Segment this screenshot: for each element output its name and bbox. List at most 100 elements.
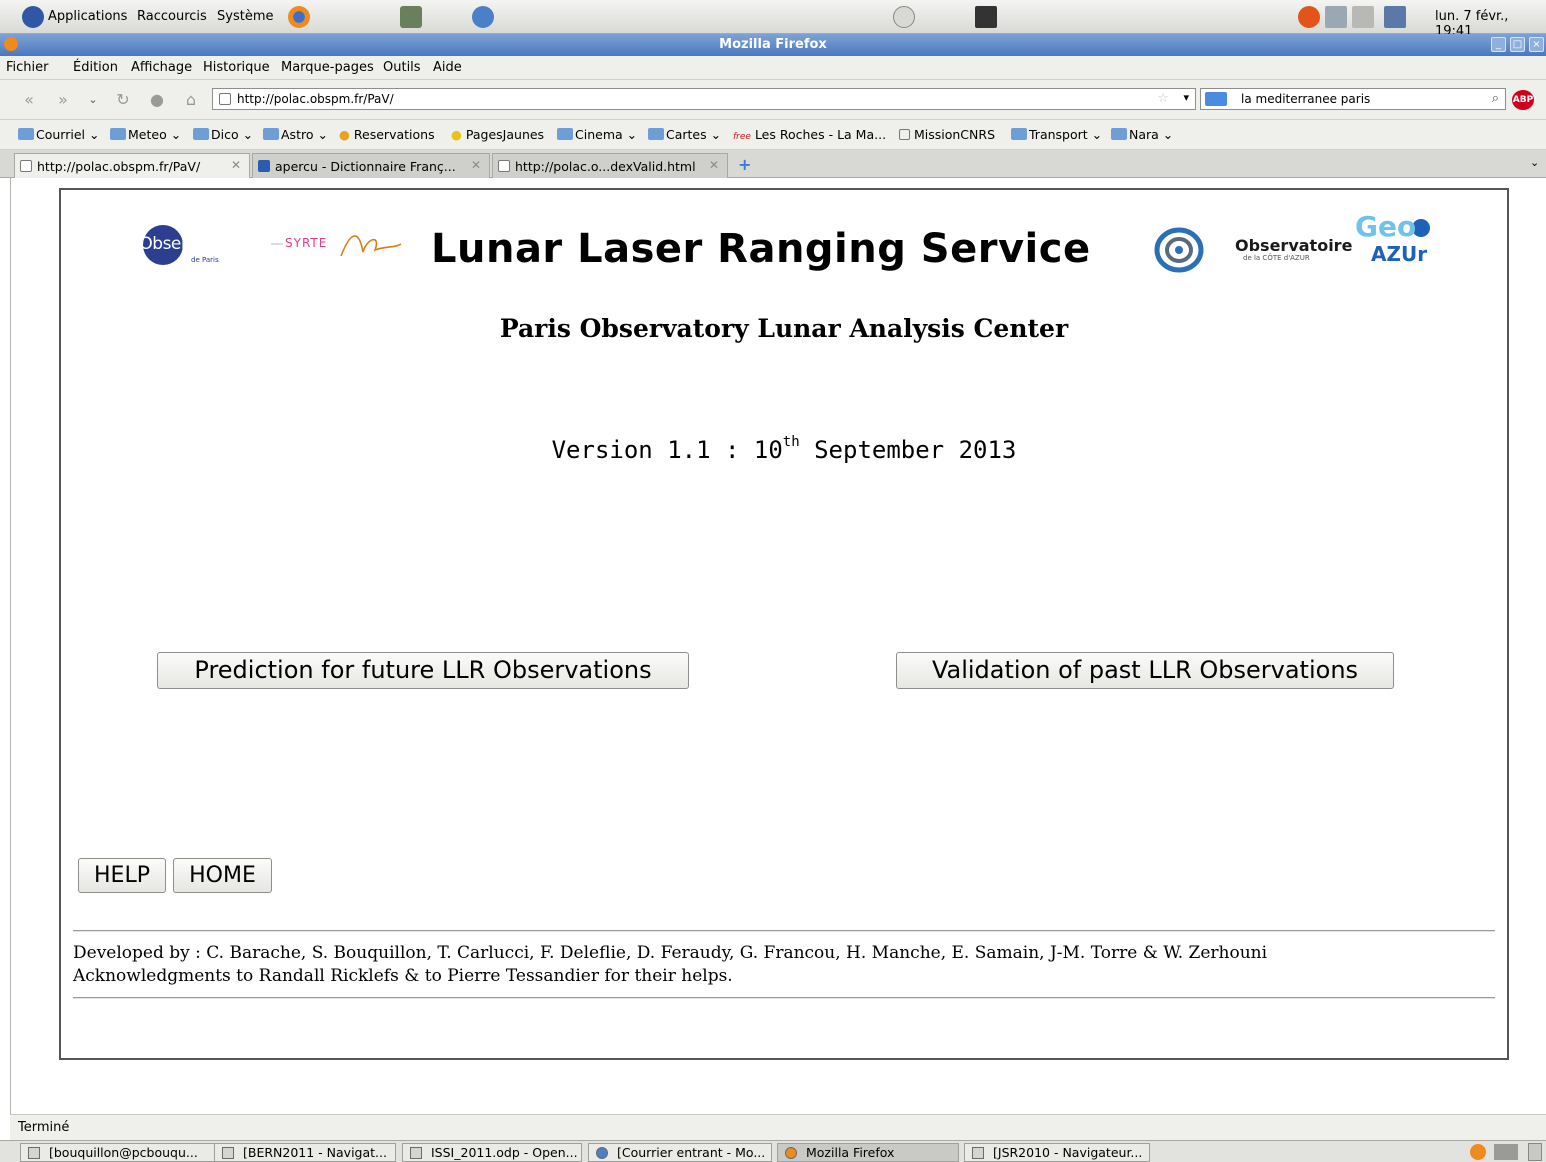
divider-top — [73, 930, 1495, 932]
update-icon[interactable] — [893, 6, 915, 28]
search-bar[interactable]: ⌕ — [1200, 88, 1506, 110]
fedora-icon[interactable] — [22, 6, 44, 28]
bookmark-courriel[interactable]: Courriel ⌄ — [18, 127, 99, 142]
search-input[interactable] — [1241, 92, 1471, 106]
bookmark-cartes[interactable]: Cartes ⌄ — [648, 127, 721, 142]
task-courrier[interactable]: [Courrier entrant - Mo... — [588, 1143, 772, 1162]
maximize-icon[interactable]: □ — [1510, 37, 1525, 52]
firefox-launcher-icon[interactable] — [288, 6, 310, 28]
credits-acknowledgments: Acknowledgments to Randall Ricklefs & to… — [73, 966, 733, 986]
adblock-icon[interactable]: ABP — [1512, 90, 1534, 110]
bookmark-transport[interactable]: Transport ⌄ — [1011, 127, 1102, 142]
oca-geoazur-logo: Observatoire de la CÔTE d'AZUR Geo AZUr — [1147, 210, 1447, 281]
trash-icon[interactable] — [1528, 1143, 1542, 1161]
menu-marque-pages[interactable]: Marque-pages — [281, 60, 374, 75]
folder-icon — [1111, 128, 1127, 140]
menu-historique[interactable]: Historique — [203, 60, 270, 75]
bookmarks-bar: Courriel ⌄ Meteo ⌄ Dico ⌄ Astro ⌄ ● Rese… — [0, 120, 1546, 150]
terminal-icon[interactable] — [975, 6, 997, 28]
workspace-switcher[interactable] — [1494, 1144, 1518, 1160]
help-button[interactable]: HELP — [78, 858, 166, 893]
site-title: Lunar Laser Ranging Service — [431, 226, 1091, 272]
menu-aide[interactable]: Aide — [433, 60, 462, 75]
prediction-button[interactable]: Prediction for future LLR Observations — [157, 652, 689, 689]
menu-fichier[interactable]: Fichier — [6, 60, 49, 75]
folder-icon — [110, 128, 126, 140]
url-input[interactable] — [237, 92, 1137, 106]
top-panel: Applications Raccourcis Système lun. 7 f… — [0, 0, 1546, 39]
search-icon[interactable]: ⌕ — [1492, 91, 1499, 106]
menu-outils[interactable]: Outils — [383, 60, 421, 75]
thunderbird-icon — [596, 1147, 608, 1159]
home-icon[interactable]: ⌂ — [180, 89, 202, 111]
task-jsr2010[interactable]: [JSR2010 - Navigateur... — [964, 1143, 1150, 1162]
tab-apercu[interactable]: apercu - Dictionnaire Franç... ✕ — [252, 153, 490, 178]
alert-icon[interactable] — [1298, 6, 1320, 28]
window-icon — [972, 1147, 984, 1159]
folder-icon — [18, 128, 34, 140]
forward-icon[interactable]: » — [52, 89, 74, 111]
close-tab-icon[interactable]: ✕ — [709, 158, 719, 172]
task-firefox[interactable]: Mozilla Firefox — [777, 1143, 959, 1162]
close-window-icon[interactable]: × — [1529, 37, 1544, 52]
window-icon — [222, 1147, 234, 1159]
display-icon[interactable] — [1384, 6, 1406, 28]
presentation-icon — [410, 1147, 422, 1159]
url-dropdown-icon[interactable]: ▾ — [1183, 91, 1189, 104]
bookmark-meteo[interactable]: Meteo ⌄ — [110, 127, 181, 142]
version-line: Version 1.1 : 10th September 2013 — [551, 434, 1017, 464]
task-bern2011[interactable]: [BERN2011 - Navigat... — [214, 1143, 396, 1162]
firefox-icon — [785, 1147, 797, 1159]
firefox-tray-icon[interactable] — [1470, 1144, 1486, 1160]
bookmark-dico[interactable]: Dico ⌄ — [193, 127, 253, 142]
bookmark-reservations[interactable]: ● Reservations — [339, 127, 435, 142]
task-issi-odp[interactable]: ISSI_2011.odp - Open... — [402, 1143, 582, 1162]
window-title: Mozilla Firefox — [719, 37, 827, 52]
terminal-icon — [28, 1147, 40, 1159]
tab-indexvalid[interactable]: http://polac.o...dexValid.html ✕ — [492, 153, 728, 178]
task-terminal[interactable]: [bouquillon@pcbouqu... — [20, 1143, 228, 1162]
tab-polac-pav[interactable]: http://polac.obspm.fr/PaV/ ✕ — [14, 153, 250, 179]
validation-button[interactable]: Validation of past LLR Observations — [896, 652, 1394, 689]
minimize-icon[interactable]: _ — [1491, 37, 1506, 52]
url-bar[interactable]: ☆ ▾ — [212, 88, 1196, 110]
menu-affichage[interactable]: Affichage — [131, 60, 192, 75]
site-favicon-icon — [219, 93, 231, 105]
history-dropdown-icon[interactable]: ⌄ — [82, 89, 104, 111]
bookmark-missioncnrs[interactable]: MissionCNRS — [899, 127, 995, 142]
divider-bottom — [73, 997, 1495, 999]
menu-applications[interactable]: Applications — [48, 9, 127, 24]
bookmark-nara[interactable]: Nara ⌄ — [1111, 127, 1173, 142]
menu-raccourcis[interactable]: Raccourcis — [137, 9, 207, 24]
menu-systeme[interactable]: Système — [217, 9, 273, 24]
bookmark-pagesjaunes[interactable]: ● PagesJaunes — [451, 127, 544, 142]
close-tab-icon[interactable]: ✕ — [471, 158, 481, 172]
tab-list-icon[interactable]: ⌄ — [1530, 156, 1539, 169]
reload-icon[interactable]: ↻ — [112, 89, 134, 111]
new-tab-icon[interactable]: + — [738, 155, 751, 174]
search-engine-icon[interactable] — [1205, 92, 1227, 106]
bookmark-les-roches[interactable]: free Les Roches - La Ma... — [733, 127, 886, 142]
stop-icon[interactable]: ● — [146, 89, 168, 111]
folder-icon — [1011, 128, 1027, 140]
back-icon[interactable]: « — [18, 89, 40, 111]
wiktionary-icon — [258, 160, 270, 172]
folder-icon — [557, 128, 573, 140]
credits-developers: Developed by : C. Barache, S. Bouquillon… — [73, 943, 1268, 963]
window-title-bar[interactable]: Mozilla Firefox _ □ × — [0, 34, 1546, 56]
bookmark-astro[interactable]: Astro ⌄ — [263, 127, 328, 142]
menu-edition[interactable]: Édition — [73, 60, 118, 75]
volume-icon[interactable] — [1352, 6, 1374, 28]
calculator-icon[interactable] — [400, 6, 422, 28]
page-frame: l'Observatoire de Paris SYRTE Lunar Lase… — [59, 188, 1509, 1060]
thunderbird-icon[interactable] — [472, 6, 494, 28]
menu-bar: Fichier Édition Affichage Historique Mar… — [0, 56, 1546, 80]
tab-bar: http://polac.obspm.fr/PaV/ ✕ apercu - Di… — [0, 150, 1546, 179]
folder-icon — [263, 128, 279, 140]
close-tab-icon[interactable]: ✕ — [231, 158, 241, 172]
network-icon[interactable] — [1325, 6, 1347, 28]
folder-icon — [648, 128, 664, 140]
star-icon[interactable]: ☆ — [1157, 91, 1169, 106]
home-button[interactable]: HOME — [173, 858, 272, 893]
bookmark-cinema[interactable]: Cinema ⌄ — [557, 127, 637, 142]
